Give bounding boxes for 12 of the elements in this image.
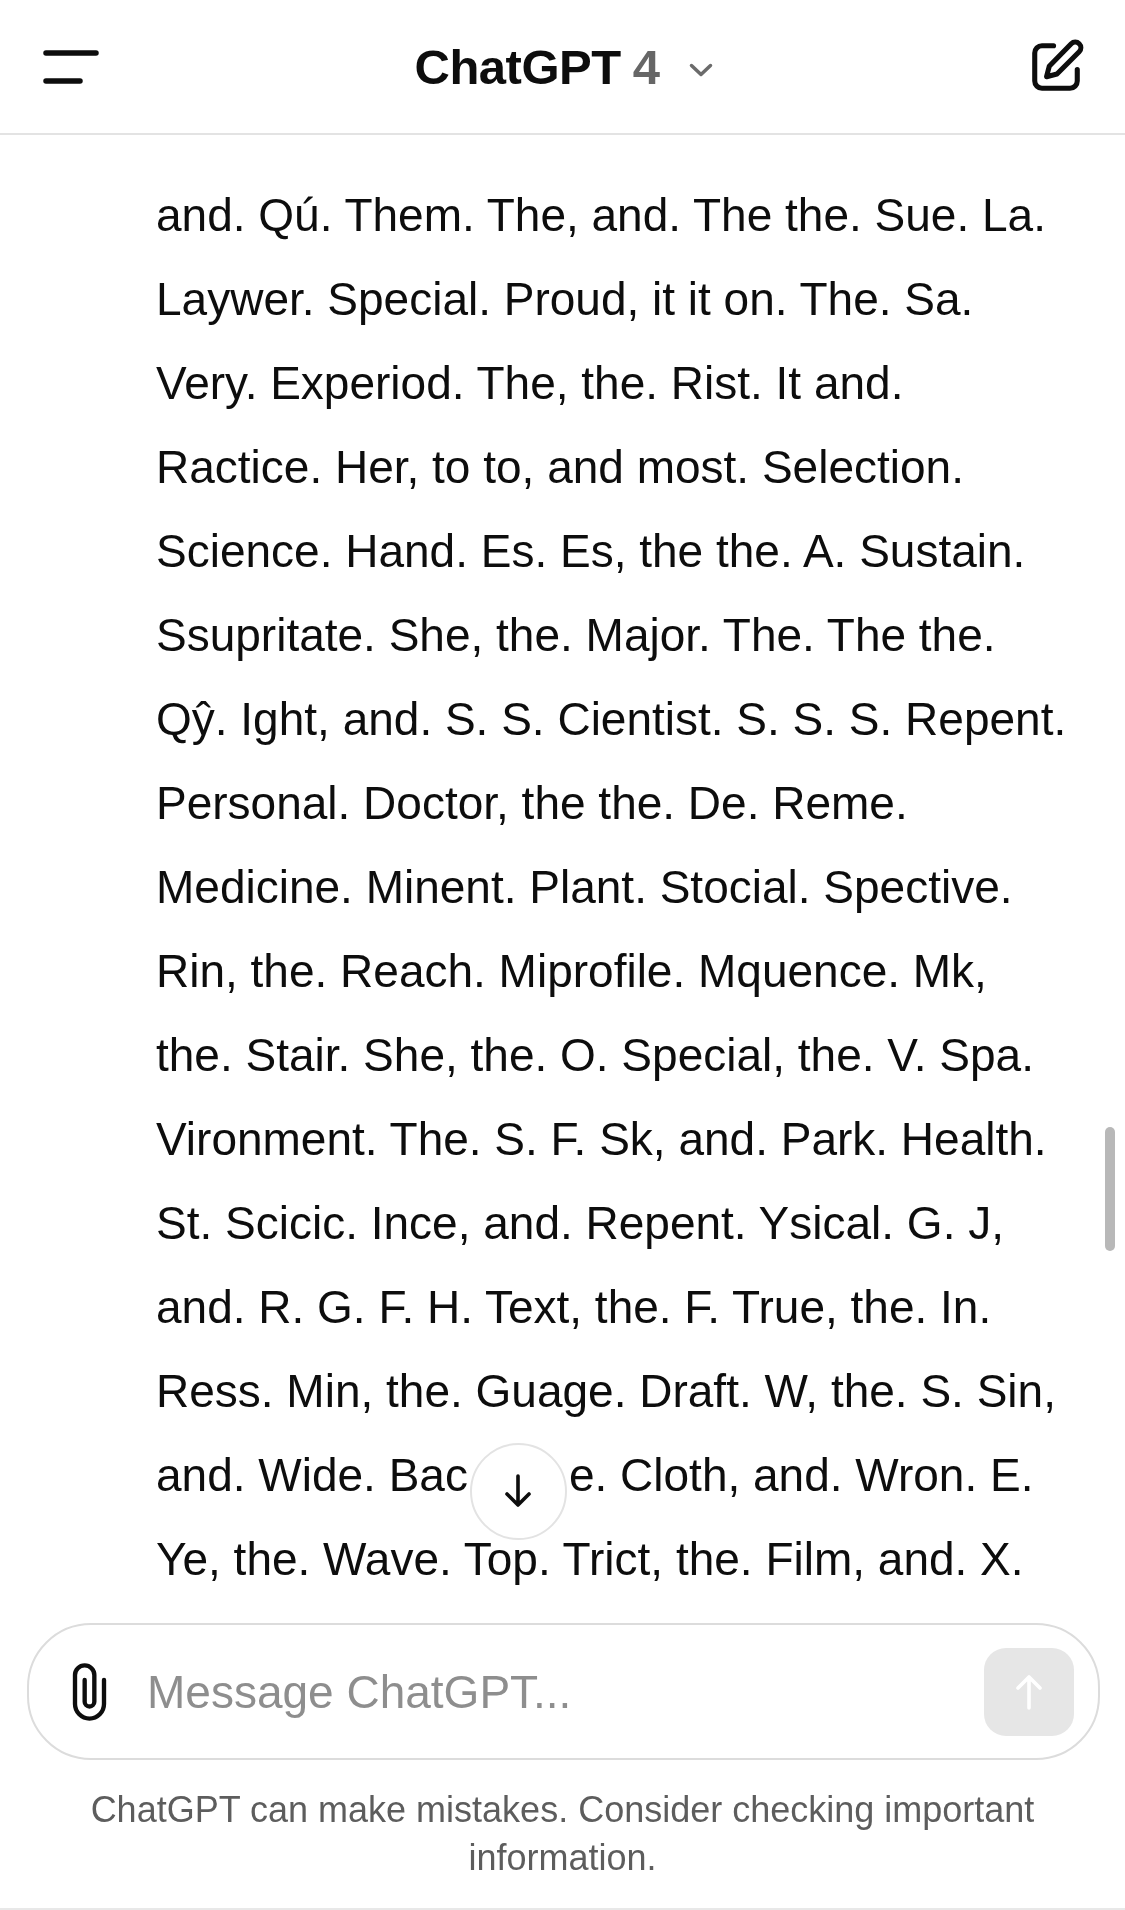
message-text: and. Wide. Bac: [156, 1448, 468, 1503]
disclaimer-text: ChatGPT can make mistakes. Consider checking important information.: [89, 1788, 1036, 1880]
message-text: Ye, the. Wave. Top. Trict, the. Film, and. X.: [156, 1532, 1025, 1587]
message-composer[interactable]: Message ChatGPT...: [27, 1623, 1100, 1760]
message-input[interactable]: Message ChatGPT...: [147, 1660, 964, 1723]
scrollbar-thumb[interactable]: [1105, 1127, 1115, 1251]
menu-icon[interactable]: [43, 49, 99, 84]
chevron-down-icon: [689, 62, 714, 77]
arrow-up-icon: [1014, 1672, 1044, 1711]
arrow-down-icon: [503, 1473, 534, 1509]
model-selector[interactable]: ChatGPT 4: [408, 34, 720, 99]
message-text: e. Cloth, and. Wron. E.: [568, 1448, 1034, 1503]
